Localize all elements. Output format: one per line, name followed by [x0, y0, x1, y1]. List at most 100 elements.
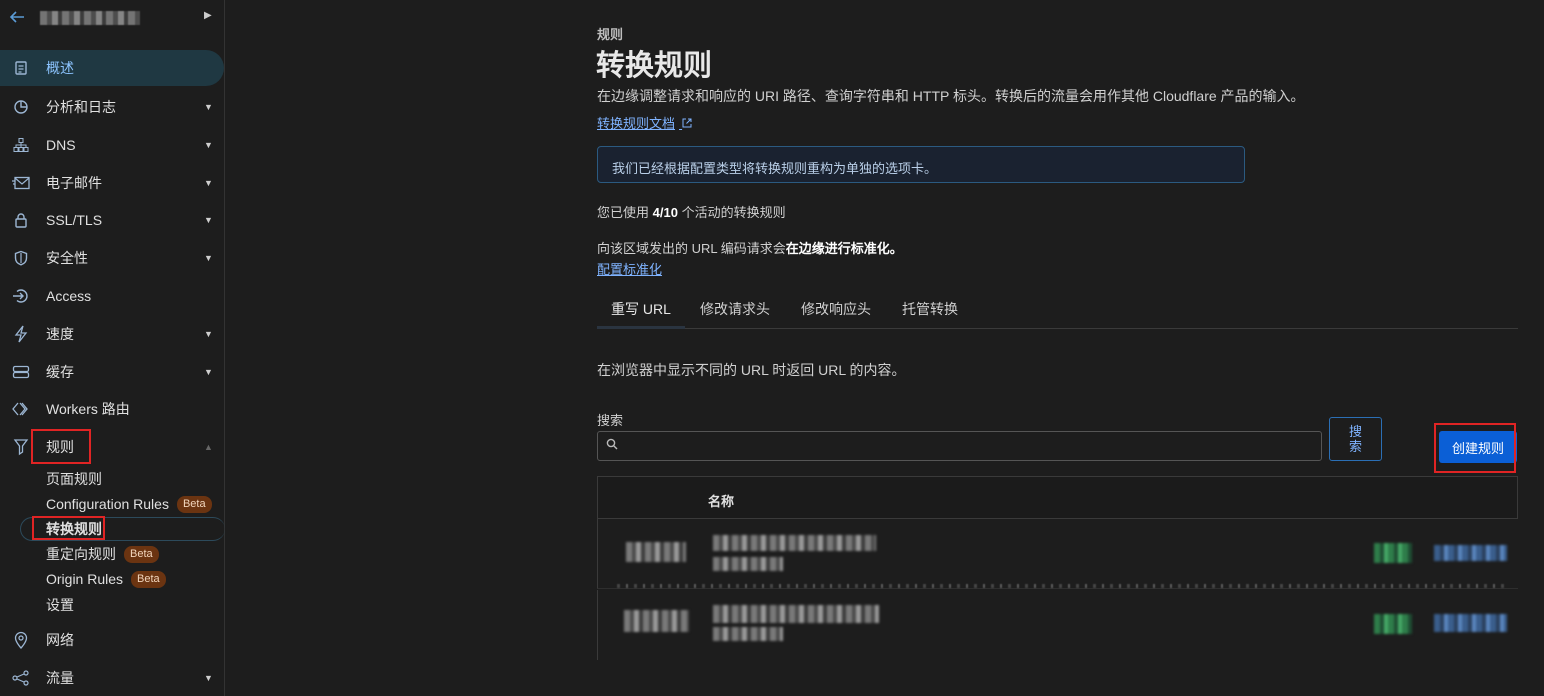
chevron-right-icon[interactable]: ▶	[204, 10, 212, 21]
sidebar-item-email[interactable]: 电子邮件 ▼	[0, 165, 224, 201]
sidebar-item-security[interactable]: 安全性 ▼	[0, 240, 224, 276]
usage-prefix: 您已使用	[597, 205, 650, 220]
redacted-divider	[617, 584, 1507, 588]
sidebar-item-label: 电子邮件	[46, 175, 102, 191]
page-title: 转换规则	[596, 50, 713, 82]
sidebar-item-label: DNS	[46, 137, 76, 153]
search-input-wrapper[interactable]	[597, 431, 1322, 461]
docs-link-label: 转换规则文档	[597, 116, 676, 131]
sidebar-item-label: 速度	[46, 326, 74, 342]
search-label: 搜索	[597, 413, 624, 428]
funnel-icon	[12, 438, 30, 456]
share-nodes-icon	[12, 669, 30, 687]
redacted-cell	[713, 605, 879, 623]
configure-normalization-link[interactable]: 配置标准化	[597, 259, 662, 278]
highlight-box-rules	[31, 429, 91, 464]
tab-managed-transforms[interactable]: 托管转换	[902, 299, 958, 319]
active-tab-indicator	[597, 326, 685, 329]
sidebar-item-label: 安全性	[46, 250, 88, 266]
tab-rewrite-url[interactable]: 重写 URL	[611, 299, 671, 319]
sidebar-item-dns[interactable]: DNS ▼	[0, 127, 224, 163]
search-button[interactable]: 搜 索	[1329, 417, 1382, 461]
redacted-cell	[1434, 614, 1507, 632]
caret-down-icon: ▼	[204, 329, 213, 339]
usage-count: 4/10	[652, 205, 678, 220]
sidebar-item-traffic[interactable]: 流量 ▼	[0, 660, 224, 696]
caret-down-icon: ▼	[204, 253, 213, 263]
usage-text: 您已使用 4/10 个活动的转换规则	[597, 202, 786, 221]
sidebar-item-label: 流量	[46, 670, 74, 686]
sidebar-item-access[interactable]: Access	[0, 278, 224, 314]
back-arrow-icon[interactable]	[8, 8, 28, 28]
sidebar-item-speed[interactable]: 速度 ▼	[0, 316, 224, 352]
storage-icon	[12, 363, 30, 381]
column-header-name[interactable]: 名称	[708, 491, 734, 510]
workers-icon	[12, 400, 30, 418]
table-row[interactable]	[597, 590, 1518, 660]
sidebar-item-caching[interactable]: 缓存 ▼	[0, 354, 224, 390]
beta-badge: Beta	[176, 495, 212, 513]
envelope-icon	[12, 174, 30, 192]
info-banner-text: 我们已经根据配置类型将转换规则重构为单独的选项卡。	[612, 161, 938, 176]
caret-down-icon: ▼	[204, 673, 213, 683]
tab-bar: 重写 URL 修改请求头 修改响应头 托管转换	[597, 288, 1518, 329]
sidebar-item-label: 分析和日志	[46, 99, 116, 115]
usage-suffix: 个活动的转换规则	[681, 205, 786, 220]
main-content: 规则 转换规则 在边缘调整请求和响应的 URI 路径、查询字符串和 HTTP 标…	[226, 0, 1544, 696]
sidebar-item-analytics[interactable]: 分析和日志 ▼	[0, 89, 224, 125]
shield-icon	[12, 249, 30, 267]
table-header: 名称	[597, 476, 1518, 519]
caret-down-icon: ▼	[204, 178, 213, 188]
normalization-prefix: 向该区域发出的 URL 编码请求会	[597, 241, 786, 256]
highlight-box-create-rule	[1434, 423, 1516, 473]
account-name[interactable]	[40, 11, 140, 25]
normalization-bold: 在边缘进行标准化。	[785, 241, 903, 256]
redacted-cell	[626, 542, 686, 562]
sidebar-item-overview[interactable]: 概述	[0, 50, 224, 86]
caret-down-icon: ▼	[204, 102, 213, 112]
pie-chart-icon	[12, 98, 30, 116]
sidebar-item-label: 概述	[46, 60, 74, 76]
lock-icon	[12, 211, 30, 229]
sidebar-subitem-configuration-rules[interactable]: Configuration Rules Beta	[46, 493, 212, 515]
sidebar-subitem-settings[interactable]: 设置	[46, 594, 74, 616]
caret-down-icon: ▼	[204, 367, 213, 377]
external-link-icon	[679, 118, 692, 131]
lightning-icon	[12, 325, 30, 343]
redacted-cell	[713, 627, 783, 641]
redacted-cell	[713, 557, 783, 571]
account-header: ▶	[0, 0, 224, 38]
search-input[interactable]	[624, 435, 1318, 459]
sidebar-item-label: 缓存	[46, 364, 74, 380]
tab-modify-response-header[interactable]: 修改响应头	[801, 299, 871, 319]
sidebar-subitem-origin-rules[interactable]: Origin Rules Beta	[46, 568, 166, 590]
beta-badge: Beta	[131, 570, 166, 588]
caret-up-icon: ▲	[204, 442, 213, 452]
caret-down-icon: ▼	[204, 215, 213, 225]
sidebar-item-network[interactable]: 网络	[0, 622, 224, 658]
subitem-label: Configuration Rules	[46, 496, 169, 512]
sidebar-subitem-redirect-rules[interactable]: 重定向规则 Beta	[46, 543, 159, 565]
normalization-text: 向该区域发出的 URL 编码请求会在边缘进行标准化。	[597, 238, 903, 257]
redacted-cell	[624, 610, 689, 632]
caret-down-icon: ▼	[204, 140, 213, 150]
page-description: 在边缘调整请求和响应的 URI 路径、查询字符串和 HTTP 标头。转换后的流量…	[597, 88, 1305, 104]
table-row[interactable]	[597, 519, 1518, 589]
network-tree-icon	[12, 136, 30, 154]
search-button-line1: 搜	[1348, 424, 1362, 439]
access-arrow-icon	[12, 287, 30, 305]
rules-table: 名称	[597, 476, 1518, 660]
docs-link[interactable]: 转换规则文档	[597, 113, 692, 132]
subitem-label: 重定向规则	[46, 546, 116, 562]
search-icon	[606, 438, 618, 453]
sidebar: ▶ 概述 分析和日志 ▼ DNS ▼ 电子邮件 ▼ SSL/TLS ▼ 安全性 …	[0, 0, 225, 696]
redacted-status	[1374, 543, 1412, 563]
sidebar-item-workers-routes[interactable]: Workers 路由	[0, 391, 224, 427]
sidebar-item-ssl-tls[interactable]: SSL/TLS ▼	[0, 202, 224, 238]
highlight-box-transform-rules	[32, 516, 105, 540]
breadcrumb[interactable]: 规则	[597, 24, 623, 43]
sidebar-item-label: Workers 路由	[46, 401, 130, 417]
tab-description: 在浏览器中显示不同的 URL 时返回 URL 的内容。	[597, 362, 906, 378]
tab-modify-request-header[interactable]: 修改请求头	[700, 299, 770, 319]
sidebar-subitem-page-rules[interactable]: 页面规则	[46, 468, 102, 490]
